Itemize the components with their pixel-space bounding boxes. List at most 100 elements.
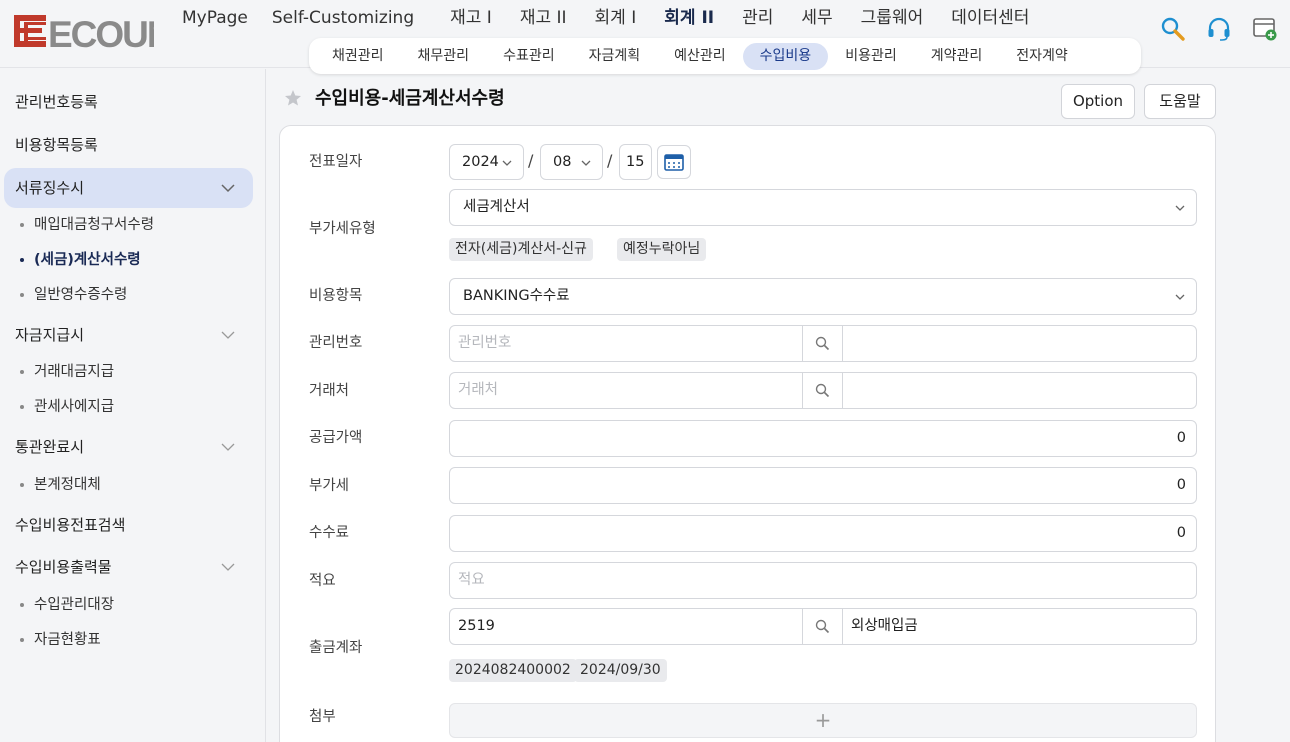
- page-title: 수입비용-세금계산서수령: [315, 88, 505, 109]
- attach-label: 첨부: [309, 709, 336, 725]
- account-name-field[interactable]: 외상매입금: [842, 608, 1197, 645]
- account-name-value: 외상매입금: [851, 618, 918, 634]
- vat-tag-electronic-new: 전자(세금)계산서-신규: [449, 238, 593, 261]
- sidebar-group-document-collection[interactable]: 서류징수시: [4, 168, 253, 208]
- sidebar-subitem-trade-payment[interactable]: 거래대금지급: [16, 359, 114, 385]
- sidebar-subitem-general-receipt[interactable]: 일반영수증수령: [16, 282, 127, 308]
- account-search-button[interactable]: [802, 608, 842, 645]
- fee-label: 수수료: [309, 525, 350, 541]
- sidebar-subitem-fund-status[interactable]: 자금현황표: [16, 627, 101, 653]
- main-nav-inventory-1[interactable]: 재고 I: [426, 4, 504, 32]
- sub-nav-receivables[interactable]: 채권관리: [315, 43, 401, 70]
- sidebar-group-printouts[interactable]: 수입비용출력물: [4, 547, 253, 587]
- date-day-input[interactable]: 15: [619, 144, 652, 180]
- vat-amount-input[interactable]: 0: [449, 467, 1197, 504]
- browser-add-icon[interactable]: [1252, 16, 1278, 42]
- expense-item-value: BANKING수수료: [463, 288, 570, 304]
- account-tag-date: 2024/09/30: [574, 659, 667, 682]
- main-nav-inventory-2[interactable]: 재고 II: [504, 4, 579, 32]
- vat-tag-not-omitted: 예정누락아님: [617, 238, 707, 261]
- date-separator: /: [607, 151, 613, 170]
- search-icon: [815, 383, 830, 398]
- ecount-logo-mark: ECOUNT: [14, 14, 197, 55]
- date-year-select[interactable]: 2024: [449, 144, 524, 180]
- vat-type-value: 세금계산서: [463, 199, 530, 215]
- sidebar: 관리번호등록 비용항목등록 서류징수시 매입대금청구서수령 (세금)계산서수령 …: [0, 69, 266, 742]
- account-code-value: 2519: [458, 618, 495, 634]
- sidebar-item-mgmt-no-register[interactable]: 관리번호등록: [4, 82, 253, 122]
- mgmt-no-search-button[interactable]: [802, 325, 842, 362]
- sidebar-group-customs-complete[interactable]: 통관완료시: [4, 427, 253, 467]
- account-tag-number: 2024082400002: [449, 659, 577, 682]
- date-separator: /: [528, 151, 534, 170]
- sidebar-subitem-label: (세금)계산서수령: [34, 252, 141, 268]
- main-nav-self-customizing[interactable]: Self-Customizing: [260, 4, 426, 32]
- memo-placeholder: 적요: [458, 572, 485, 588]
- sidebar-item-expense-item-register[interactable]: 비용항목등록: [4, 125, 253, 165]
- account-code-input[interactable]: 2519: [449, 608, 803, 645]
- main-nav-tax[interactable]: 세무: [785, 4, 844, 32]
- search-icon[interactable]: [1160, 16, 1186, 42]
- sub-nav-checks[interactable]: 수표관리: [486, 43, 572, 70]
- vendor-input[interactable]: 거래처: [449, 372, 803, 409]
- attach-add-button[interactable]: +: [449, 703, 1197, 738]
- sub-nav-payables[interactable]: 채무관리: [401, 43, 487, 70]
- sub-nav-contract-mgmt[interactable]: 계약관리: [914, 43, 1000, 70]
- sidebar-subitem-account-transfer[interactable]: 본계정대체: [16, 472, 101, 498]
- sub-nav-import-expense[interactable]: 수입비용: [742, 42, 829, 70]
- main-nav-mypage[interactable]: MyPage: [170, 4, 260, 32]
- sidebar-subitem-label: 일반영수증수령: [34, 287, 128, 303]
- main-nav-accounting-1[interactable]: 회계 I: [579, 4, 649, 32]
- ecount-logo[interactable]: ECOUNT: [14, 12, 197, 55]
- vat-amount-value: 0: [1176, 477, 1186, 493]
- logo-wordmark: ECOUNT: [48, 14, 154, 52]
- chevron-down-icon: [581, 160, 591, 166]
- headset-icon[interactable]: [1206, 16, 1232, 42]
- sub-nav-budget[interactable]: 예산관리: [657, 43, 743, 70]
- help-button[interactable]: 도움말: [1144, 84, 1216, 119]
- sidebar-subitem-label: 자금현황표: [34, 632, 101, 648]
- sub-nav-fund-planning[interactable]: 자금계획: [572, 43, 658, 70]
- vendor-search-button[interactable]: [802, 372, 842, 409]
- sidebar-subitem-import-ledger[interactable]: 수입관리대장: [16, 592, 114, 618]
- date-month-select[interactable]: 08: [540, 144, 603, 180]
- sidebar-group-payment[interactable]: 자금지급시: [4, 315, 253, 355]
- option-button[interactable]: Option: [1061, 84, 1135, 119]
- memo-input[interactable]: 적요: [449, 562, 1197, 599]
- vendor-placeholder: 거래처: [458, 382, 499, 398]
- expense-item-label: 비용항목: [309, 288, 363, 304]
- main-nav-groupware[interactable]: 그룹웨어: [845, 4, 936, 32]
- account-label: 출금계좌: [309, 640, 363, 656]
- fee-input[interactable]: 0: [449, 515, 1197, 552]
- mgmt-no-input[interactable]: 관리번호: [449, 325, 803, 362]
- vendor-name-field[interactable]: [842, 372, 1197, 409]
- chevron-down-icon: [1175, 205, 1185, 211]
- main-nav-data-center[interactable]: 데이터센터: [935, 4, 1041, 32]
- supply-amount-label: 공급가액: [309, 430, 363, 446]
- vat-type-select[interactable]: 세금계산서: [449, 189, 1197, 226]
- vendor-label: 거래처: [309, 383, 350, 399]
- vat-amount-label: 부가세: [309, 478, 350, 494]
- sidebar-item-label: 통관완료시: [15, 438, 85, 456]
- supply-amount-input[interactable]: 0: [449, 420, 1197, 457]
- sub-nav-expense-mgmt[interactable]: 비용관리: [828, 43, 914, 70]
- fee-value: 0: [1176, 525, 1186, 541]
- search-icon: [815, 619, 830, 634]
- sidebar-subitem-tax-invoice[interactable]: (세금)계산서수령: [16, 247, 141, 273]
- sidebar-item-label: 관리번호등록: [15, 93, 98, 111]
- calendar-button[interactable]: [657, 145, 691, 179]
- sidebar-item-voucher-search[interactable]: 수입비용전표검색: [4, 505, 253, 545]
- expense-item-select[interactable]: BANKING수수료: [449, 278, 1197, 315]
- main-nav: MyPage Self-Customizing 재고 I 재고 II 회계 I …: [170, 4, 1041, 32]
- sub-nav-e-contract[interactable]: 전자계약: [999, 43, 1085, 70]
- mgmt-no-name-field[interactable]: [842, 325, 1197, 362]
- main-nav-accounting-2[interactable]: 회계 II: [648, 4, 726, 32]
- memo-label: 적요: [309, 573, 336, 589]
- sidebar-item-label: 비용항목등록: [15, 136, 98, 154]
- sidebar-subitem-label: 관세사에지급: [34, 399, 115, 415]
- calendar-icon: [664, 154, 684, 171]
- main-nav-management[interactable]: 관리: [726, 4, 785, 32]
- sidebar-subitem-customs-broker-payment[interactable]: 관세사에지급: [16, 394, 114, 420]
- favorite-star-icon[interactable]: [284, 89, 302, 107]
- sidebar-subitem-purchase-invoice[interactable]: 매입대금청구서수령: [16, 212, 154, 238]
